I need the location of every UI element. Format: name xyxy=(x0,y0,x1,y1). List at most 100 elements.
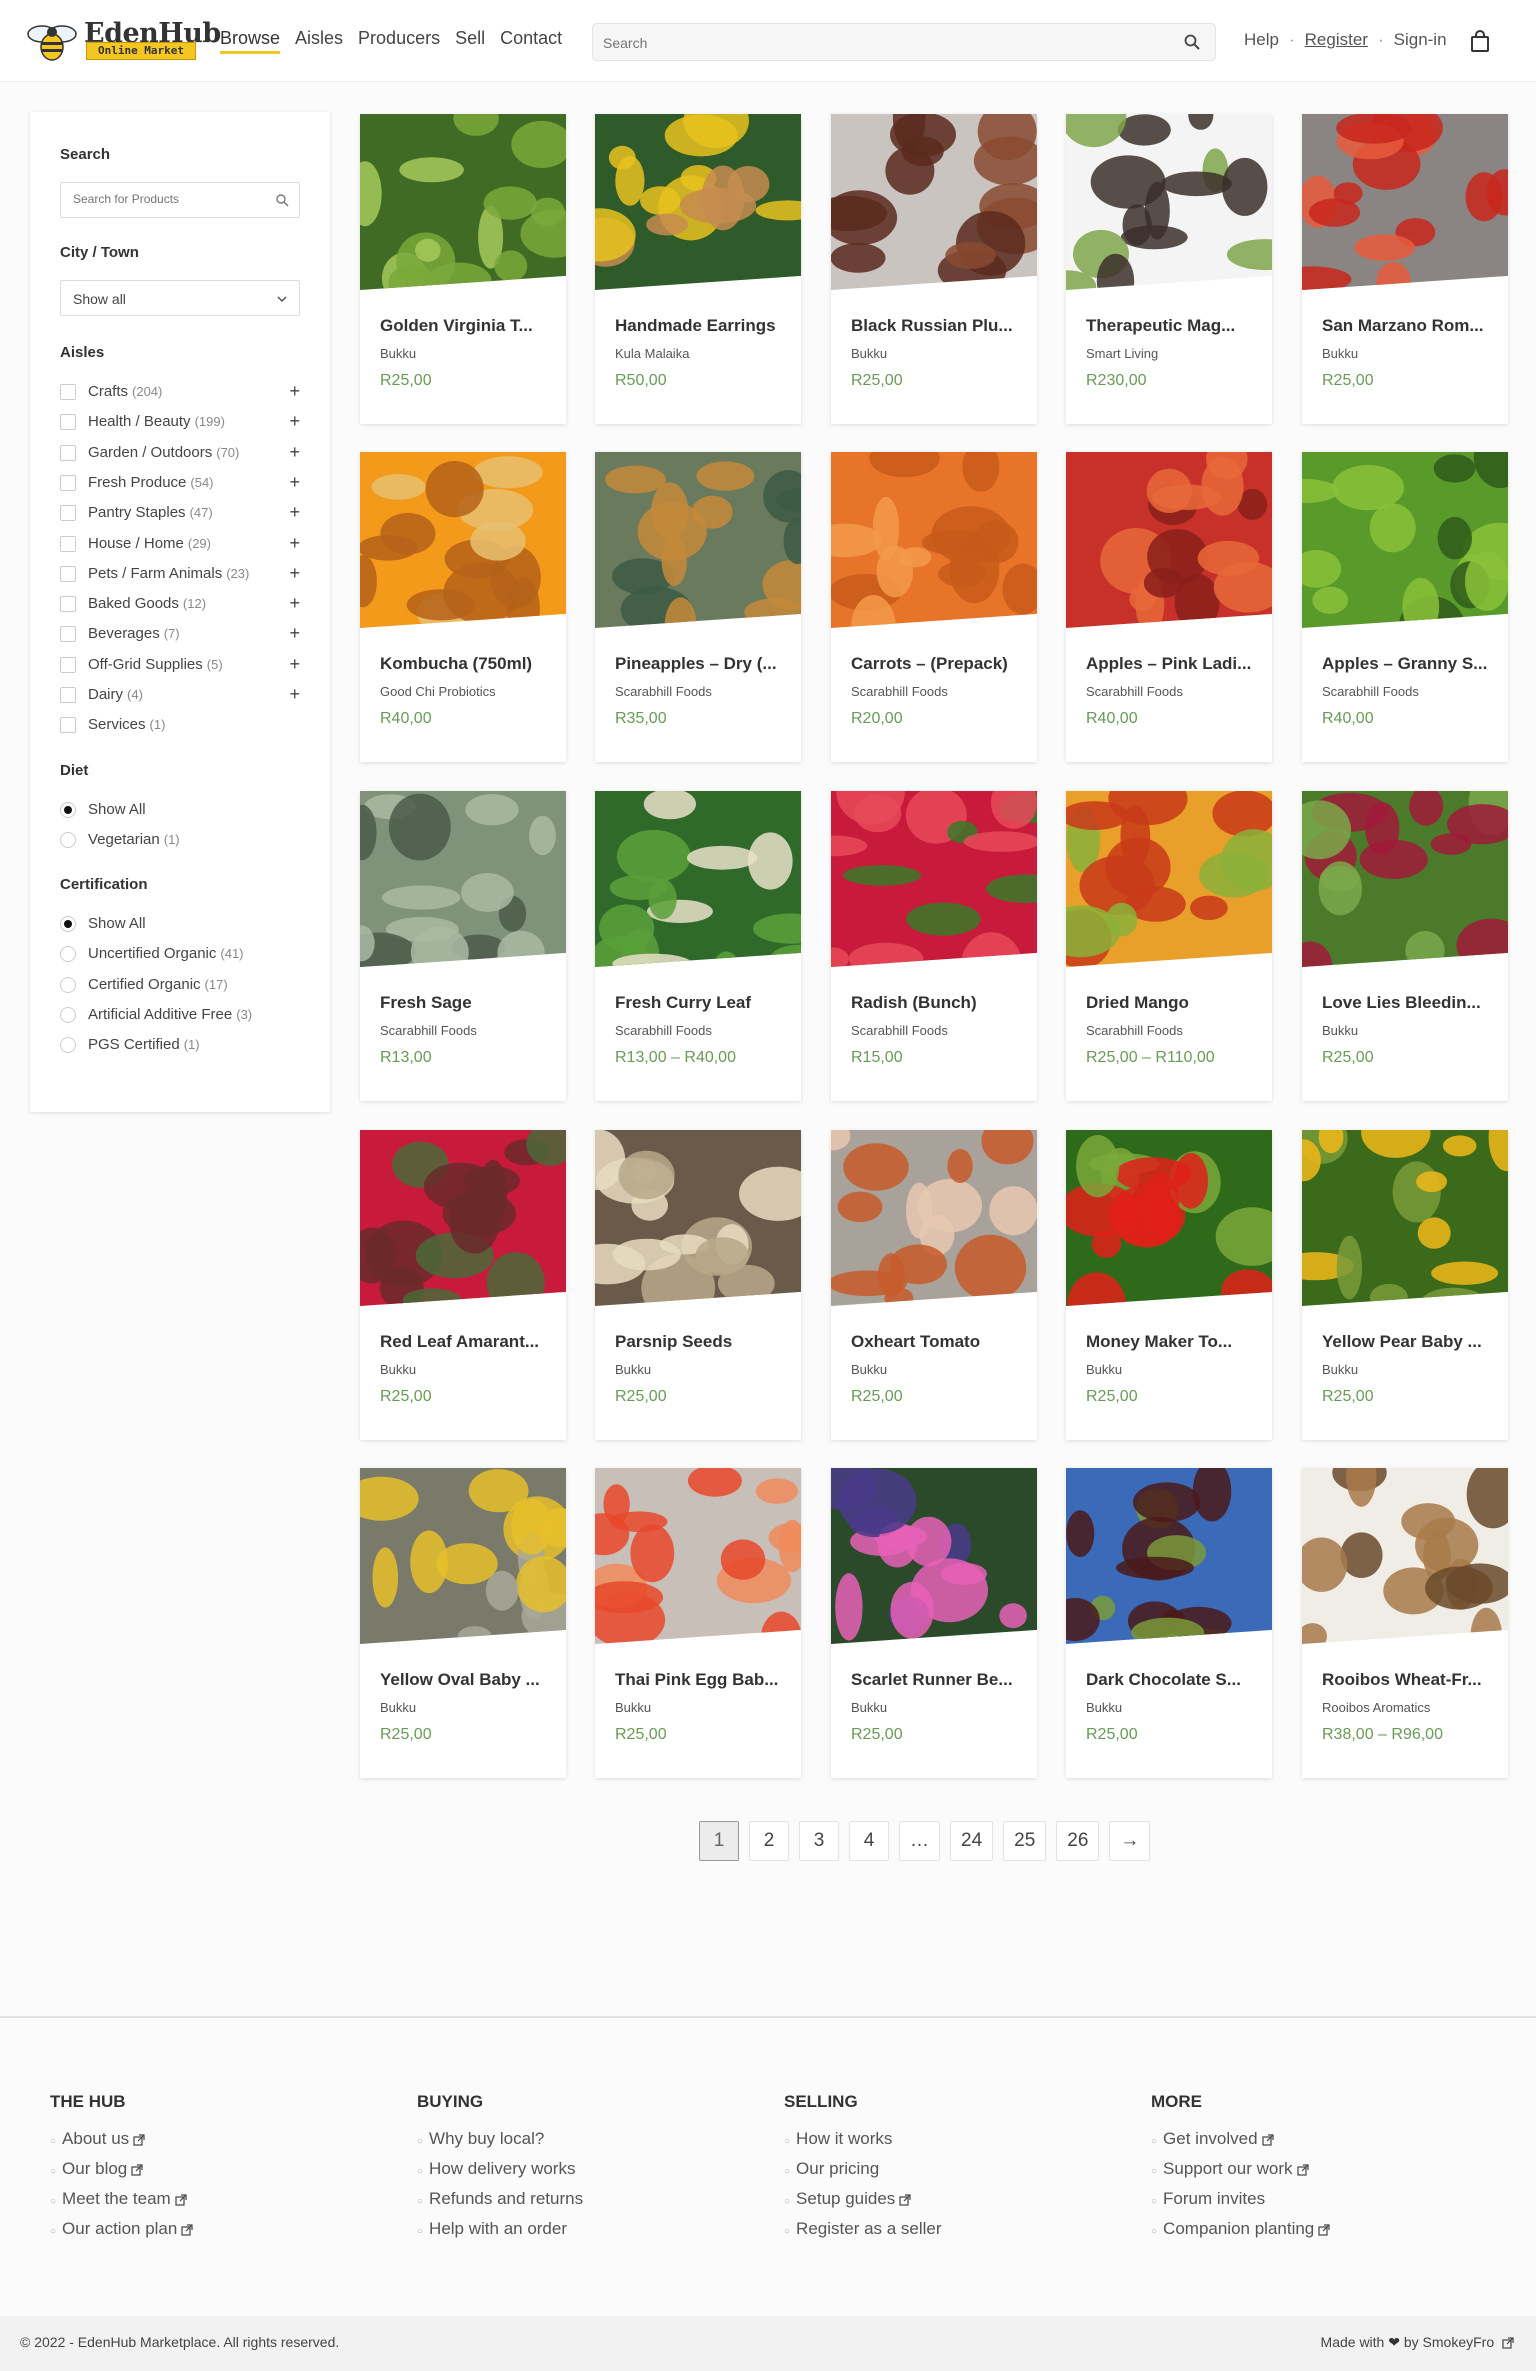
aisle-filter-item[interactable]: Pets / Farm Animals (23) + xyxy=(60,563,300,584)
product-card[interactable]: San Marzano Rom... Bukku R25,00 xyxy=(1302,114,1508,424)
product-image[interactable] xyxy=(1302,114,1508,290)
help-link[interactable]: Help xyxy=(1244,30,1279,50)
footer-link[interactable]: ○ Meet the team xyxy=(50,2184,370,2214)
diet-option[interactable]: Show All xyxy=(60,800,300,820)
product-name[interactable]: Thai Pink Egg Bab... xyxy=(615,1670,790,1690)
aisle-filter-item[interactable]: Pantry Staples (47) + xyxy=(60,502,300,523)
aisle-checkbox[interactable] xyxy=(60,444,76,461)
product-name[interactable]: Yellow Pear Baby ... xyxy=(1322,1332,1497,1352)
product-card[interactable]: Dried Mango Scarabhill Foods R25,00 – R110… xyxy=(1066,791,1272,1101)
aisle-checkbox[interactable] xyxy=(60,687,76,703)
product-card[interactable]: Love Lies Bleedin... Bukku R25,00 xyxy=(1302,791,1508,1101)
product-producer[interactable]: Bukku xyxy=(380,1700,416,1715)
nav-sell[interactable]: Sell xyxy=(455,28,485,54)
expand-plus-icon[interactable]: + xyxy=(289,684,300,705)
product-card[interactable]: Money Maker To... Bukku R25,00 xyxy=(1066,1130,1272,1440)
product-name[interactable]: Fresh Sage xyxy=(380,993,555,1013)
aisle-checkbox[interactable] xyxy=(60,656,76,673)
search-icon[interactable] xyxy=(1183,33,1201,51)
product-producer[interactable]: Good Chi Probiotics xyxy=(380,684,496,699)
product-card[interactable]: Handmade Earrings Kula Malaika R50,00 xyxy=(595,114,801,424)
footer-link[interactable]: ○ Our blog xyxy=(50,2154,370,2184)
product-producer[interactable]: Bukku xyxy=(851,1362,887,1377)
footer-link[interactable]: ○ Companion planting xyxy=(1151,2214,1471,2244)
search-icon[interactable] xyxy=(275,193,289,207)
nav-contact[interactable]: Contact xyxy=(500,28,562,54)
footer-link[interactable]: ○ Help with an order xyxy=(417,2214,737,2244)
page-button[interactable]: 25 xyxy=(1003,1821,1047,1861)
aisle-checkbox[interactable] xyxy=(60,384,76,400)
product-name[interactable]: Scarlet Runner Be... xyxy=(851,1670,1026,1690)
product-producer[interactable]: Smart Living xyxy=(1086,346,1158,361)
register-link[interactable]: Register xyxy=(1305,30,1368,50)
footer-link[interactable]: ○ Setup guides xyxy=(784,2184,1104,2214)
aisle-filter-item[interactable]: Garden / Outdoors (70) + xyxy=(60,442,300,463)
expand-plus-icon[interactable]: + xyxy=(289,472,300,493)
aisle-checkbox[interactable] xyxy=(60,505,76,522)
diet-option[interactable]: Vegetarian (1) xyxy=(60,830,300,850)
product-name[interactable]: Oxheart Tomato xyxy=(851,1332,1026,1352)
product-card[interactable]: Yellow Oval Baby ... Bukku R25,00 xyxy=(360,1468,566,1778)
product-image[interactable] xyxy=(831,1130,1037,1306)
footer-link[interactable]: ○ Our action plan xyxy=(50,2214,370,2244)
footer-link[interactable]: ○ Get involved xyxy=(1151,2124,1471,2154)
product-image[interactable] xyxy=(595,791,801,967)
aisle-filter-item[interactable]: Off-Grid Supplies (5) + xyxy=(60,654,300,675)
shopping-bag-icon[interactable] xyxy=(1468,30,1492,54)
product-image[interactable] xyxy=(831,452,1037,628)
product-producer[interactable]: Scarabhill Foods xyxy=(1086,1023,1183,1038)
product-card[interactable]: Carrots – (Prepack) Scarabhill Foods R20,0… xyxy=(831,452,1037,762)
certification-option[interactable]: Show All xyxy=(60,914,300,934)
footer-link[interactable]: ○ Support our work xyxy=(1151,2154,1471,2184)
certification-radio[interactable] xyxy=(60,976,76,993)
footer-link[interactable]: ○ Forum invites xyxy=(1151,2184,1471,2214)
page-button[interactable]: 2 xyxy=(749,1821,789,1861)
product-name[interactable]: Black Russian Plu... xyxy=(851,316,1026,336)
product-producer[interactable]: Bukku xyxy=(380,346,416,361)
product-image[interactable] xyxy=(595,1130,801,1306)
product-name[interactable]: Pineapples – Dry (... xyxy=(615,654,790,674)
product-image[interactable] xyxy=(1302,1130,1508,1306)
product-card[interactable]: Apples – Granny S... Scarabhill Foods R40,… xyxy=(1302,452,1508,762)
product-producer[interactable]: Scarabhill Foods xyxy=(615,1023,712,1038)
expand-plus-icon[interactable]: + xyxy=(289,381,300,402)
product-name[interactable]: Carrots – (Prepack) xyxy=(851,654,1026,674)
product-producer[interactable]: Bukku xyxy=(380,1362,416,1377)
product-name[interactable]: Handmade Earrings xyxy=(615,316,790,336)
product-image[interactable] xyxy=(360,1130,566,1306)
footer-link[interactable]: ○ Refunds and returns xyxy=(417,2184,737,2214)
certification-option[interactable]: Certified Organic (17) xyxy=(60,975,300,995)
product-producer[interactable]: Scarabhill Foods xyxy=(851,1023,948,1038)
aisle-filter-item[interactable]: Baked Goods (12) + xyxy=(60,593,300,614)
product-producer[interactable]: Bukku xyxy=(851,1700,887,1715)
product-image[interactable] xyxy=(360,452,566,628)
product-image[interactable] xyxy=(360,114,566,290)
next-page-button[interactable]: → xyxy=(1109,1821,1151,1861)
product-image[interactable] xyxy=(1066,452,1272,628)
aisle-filter-item[interactable]: Health / Beauty (199) + xyxy=(60,411,300,432)
product-producer[interactable]: Scarabhill Foods xyxy=(851,684,948,699)
product-producer[interactable]: Scarabhill Foods xyxy=(1322,684,1419,699)
product-image[interactable] xyxy=(831,1468,1037,1644)
product-card[interactable]: Oxheart Tomato Bukku R25,00 xyxy=(831,1130,1037,1440)
product-name[interactable]: Dark Chocolate S... xyxy=(1086,1670,1261,1690)
certification-radio[interactable] xyxy=(60,1006,76,1023)
aisle-filter-item[interactable]: Crafts (204) + xyxy=(60,381,300,402)
certification-radio[interactable] xyxy=(60,946,76,963)
product-producer[interactable]: Scarabhill Foods xyxy=(1086,684,1183,699)
product-name[interactable]: Golden Virginia T... xyxy=(380,316,555,336)
product-name[interactable]: Therapeutic Mag... xyxy=(1086,316,1261,336)
diet-radio[interactable] xyxy=(60,802,76,818)
footer-link[interactable]: ○ Our pricing xyxy=(784,2154,1104,2184)
footer-link[interactable]: ○ About us xyxy=(50,2124,370,2154)
certification-option[interactable]: Artificial Additive Free (3) xyxy=(60,1005,300,1025)
aisle-filter-item[interactable]: House / Home (29) + xyxy=(60,533,300,554)
aisle-checkbox[interactable] xyxy=(60,565,76,582)
aisle-filter-item[interactable]: Fresh Produce (54) + xyxy=(60,472,300,493)
product-name[interactable]: Apples – Granny S... xyxy=(1322,654,1497,674)
aisle-checkbox[interactable] xyxy=(60,535,76,552)
product-card[interactable]: Dark Chocolate S... Bukku R25,00 xyxy=(1066,1468,1272,1778)
aisle-checkbox[interactable] xyxy=(60,474,76,491)
aisle-filter-item[interactable]: Dairy (4) + xyxy=(60,684,300,705)
aisle-checkbox[interactable] xyxy=(60,626,76,643)
